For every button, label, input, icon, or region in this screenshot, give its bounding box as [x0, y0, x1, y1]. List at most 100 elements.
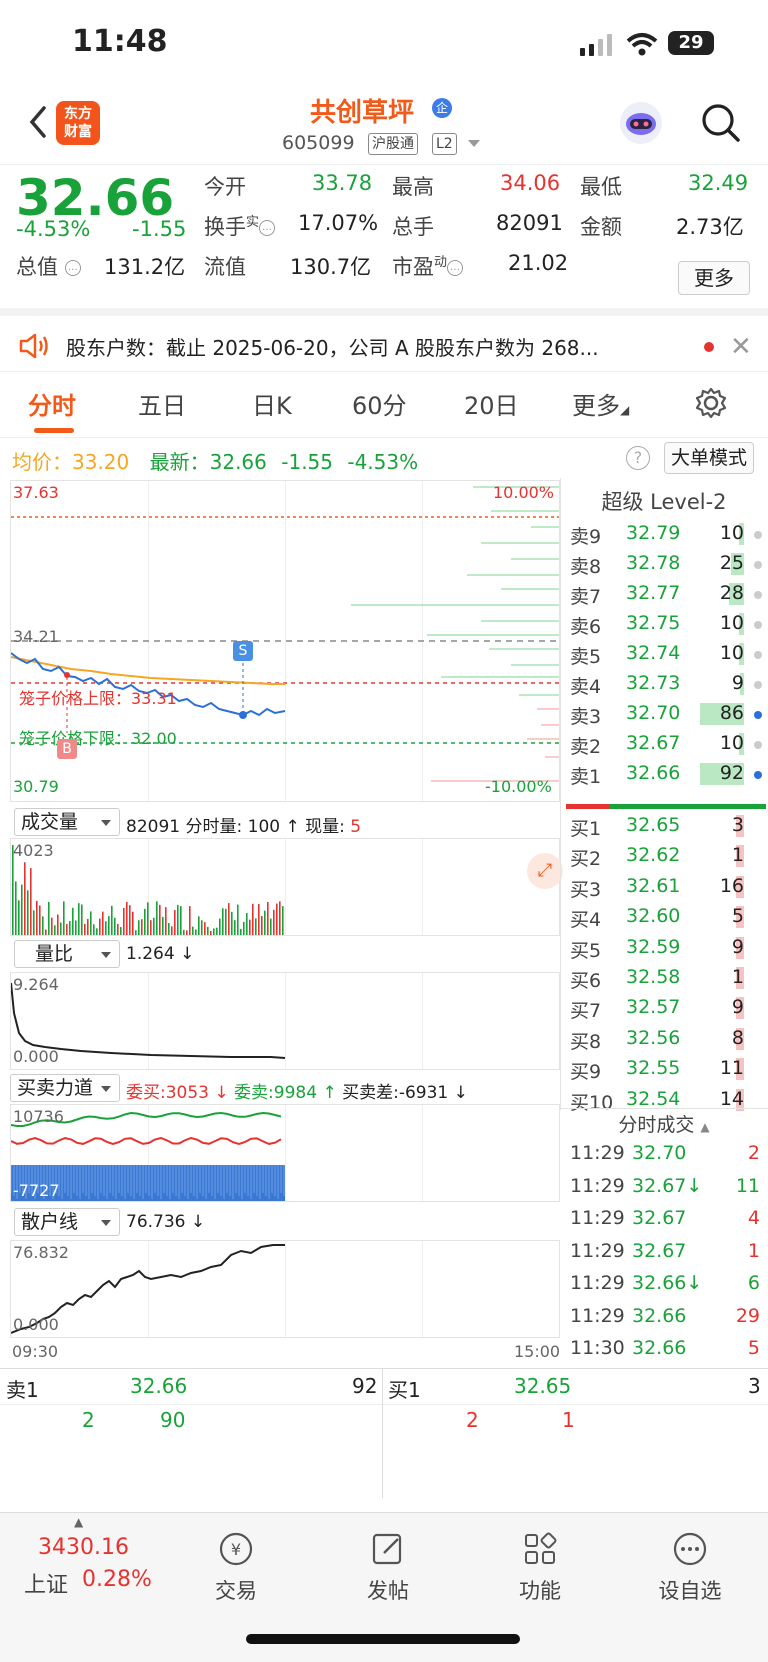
volume-info-rest: 分时量: 100 ↑ 现量: [180, 817, 351, 837]
tick-price: 32.66↓ [632, 1272, 703, 1294]
more-button[interactable]: 更多 [678, 261, 750, 295]
volume-bar [45, 929, 47, 935]
volume-bar [27, 890, 29, 935]
bid-row[interactable]: 买1 32.65 3 [570, 812, 762, 842]
tick-row: 11:30 32.66 5 [570, 1335, 762, 1365]
nav-trade[interactable]: ¥ 交易 [176, 1529, 296, 1605]
ask-row[interactable]: 卖6 32.75 10 [570, 610, 762, 640]
gear-icon[interactable] [694, 386, 728, 420]
ask-volume: 10 [719, 732, 744, 754]
bid-row[interactable]: 买7 32.57 9 [570, 994, 762, 1024]
ask-price: 32.73 [626, 672, 681, 694]
app-logo[interactable]: 东方 财富 [56, 101, 100, 145]
amount-value: 2.73亿 [676, 215, 744, 239]
ratio-info: 1.264 ↓ [126, 944, 195, 964]
turnover-label: 换手实… [204, 211, 276, 241]
nav-post[interactable]: 发帖 [328, 1529, 448, 1605]
info-icon[interactable]: … [447, 260, 464, 276]
level-tag: L2 [432, 133, 457, 155]
low-label: 最低 [580, 175, 622, 199]
index-pct[interactable]: 0.28% [82, 1567, 152, 1592]
volume-bar [219, 918, 221, 935]
ask-row[interactable]: 卖4 32.73 9 [570, 670, 762, 700]
bid-row[interactable]: 买3 32.61 16 [570, 873, 762, 903]
bid-row[interactable]: 买6 32.58 1 [570, 964, 762, 994]
volume-bar [87, 918, 89, 935]
avg-label: 均价： [12, 450, 72, 474]
volume-bar [165, 907, 167, 935]
volume-indicator-select[interactable]: 成交量 [14, 808, 120, 836]
stock-switch-caret-icon[interactable] [468, 140, 480, 147]
ask-volume: 9 [731, 672, 744, 694]
price-chart-panel[interactable]: 37.63 34.21 30.79 10.00% -10.00% 笼子价格上限：… [10, 480, 560, 802]
close-icon[interactable]: ✕ [730, 332, 752, 362]
ticks-title[interactable]: 分时成交 ▲ [562, 1110, 766, 1137]
level2-title[interactable]: 超级 Level-2 [562, 486, 766, 516]
sell-marker[interactable]: S [233, 641, 253, 661]
volume-bar [141, 919, 143, 935]
volume-bar [240, 928, 242, 935]
ask-row[interactable]: 卖1 32.66 92 [570, 760, 762, 790]
bid-row[interactable]: 买2 32.62 1 [570, 842, 762, 872]
tab-more[interactable]: 更多◢ [572, 386, 629, 421]
avg-value: 33.20 [72, 450, 130, 474]
volume-bar [15, 881, 17, 935]
bid-price: 32.59 [626, 935, 681, 958]
help-icon[interactable]: ? [626, 446, 650, 470]
volume-bar [234, 920, 236, 935]
notice-bar[interactable]: 股东户数：截止 2025-06-20，公司 A 股股东户数为 268... ✕ [0, 308, 768, 372]
tab-five-day[interactable]: 五日 [138, 386, 186, 421]
tick-volume: 6 [747, 1272, 760, 1294]
ask-row[interactable]: 卖8 32.78 25 [570, 550, 762, 580]
tick-row: 11:29 32.67 4 [570, 1205, 762, 1235]
retail-indicator-select[interactable]: 散户线 [14, 1208, 120, 1236]
volume-bar [279, 901, 281, 935]
big-order-mode-button[interactable]: 大单模式 [664, 442, 754, 474]
ask-row[interactable]: 卖9 32.79 10 [570, 520, 762, 550]
back-icon[interactable] [24, 102, 54, 142]
search-icon[interactable] [700, 102, 742, 144]
summary-buy-label: 买1 [388, 1378, 421, 1402]
bid-row[interactable]: 买9 32.55 11 [570, 1055, 762, 1085]
volume-bar [75, 920, 77, 935]
nav-add-watchlist[interactable]: 设自选 [630, 1529, 750, 1605]
buy-marker[interactable]: B [57, 739, 77, 759]
info-icon[interactable]: … [259, 220, 276, 236]
ask-row[interactable]: 卖2 32.67 10 [570, 730, 762, 760]
volume-bar [60, 922, 62, 935]
ask-row[interactable]: 卖5 32.74 10 [570, 640, 762, 670]
tab-intraday[interactable]: 分时 [28, 386, 76, 421]
volume-bar [183, 929, 185, 935]
force-indicator-select[interactable]: 买卖力道 [10, 1074, 120, 1102]
index-name[interactable]: 上证 [24, 1567, 68, 1599]
tick-price: 32.67 [632, 1207, 687, 1229]
ask-row[interactable]: 卖7 32.77 28 [570, 580, 762, 610]
stock-name[interactable]: 共创草坪 [310, 92, 414, 129]
mktcap-label: 总值 … [16, 251, 81, 281]
pe-label-text: 市盈 [392, 255, 434, 279]
enterprise-badge: 企 [432, 98, 452, 118]
bid-volume: 9 [731, 996, 744, 1019]
bid-row[interactable]: 买4 32.60 5 [570, 903, 762, 933]
bid-row[interactable]: 买5 32.59 9 [570, 934, 762, 964]
expand-icon[interactable]: ⤢ [527, 853, 563, 889]
force-chart [11, 1111, 285, 1201]
index-value[interactable]: 3430.16 [38, 1535, 129, 1560]
volume-bar [201, 920, 203, 935]
summary-sell-price: 32.66 [130, 1374, 188, 1398]
ask-row[interactable]: 卖3 32.70 86 [570, 700, 762, 730]
bid-row[interactable]: 买8 32.56 8 [570, 1025, 762, 1055]
ask-label: 卖4 [570, 676, 602, 698]
summary-buy-detail-1: 2 [466, 1408, 479, 1432]
info-icon[interactable]: … [64, 260, 81, 276]
tab-60min[interactable]: 60分 [352, 386, 407, 421]
expand-up-icon[interactable]: ▲ [74, 1515, 83, 1529]
tab-20day[interactable]: 20日 [464, 386, 519, 421]
ai-assistant-icon[interactable] [618, 100, 664, 146]
ask-price: 32.79 [626, 522, 681, 544]
volume-info: 82091 分时量: 100 ↑ 现量: 5 [126, 812, 361, 837]
ask-dot [754, 681, 762, 689]
ratio-indicator-select[interactable]: 量比 [14, 940, 120, 968]
nav-functions[interactable]: 功能 [480, 1529, 600, 1605]
tab-daily-k[interactable]: 日K [252, 386, 292, 421]
